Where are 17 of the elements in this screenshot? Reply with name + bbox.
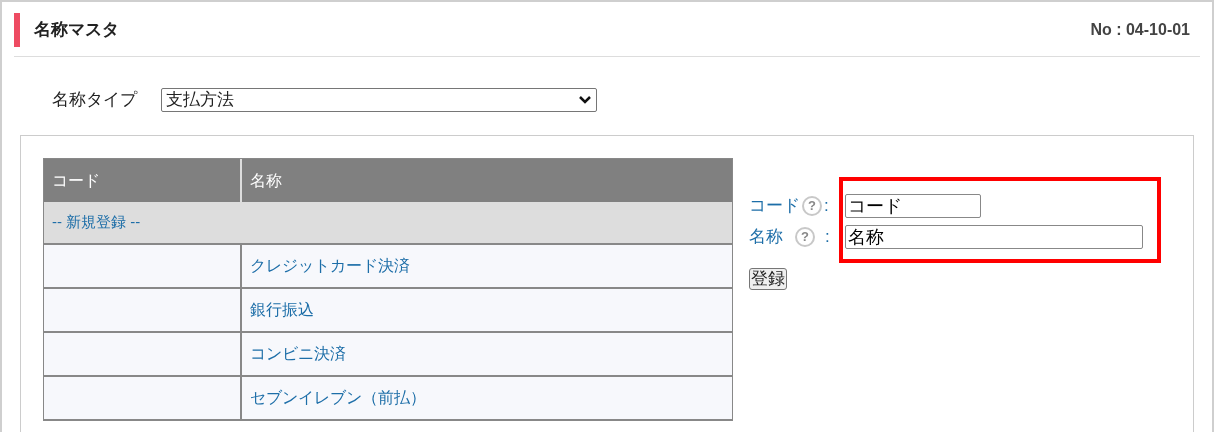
help-icon[interactable]: ?	[802, 195, 822, 216]
help-icon[interactable]: ?	[795, 226, 815, 247]
name-type-select[interactable]: 支払方法	[161, 88, 597, 112]
separator: :	[824, 194, 829, 217]
text-input[interactable]: コード	[845, 193, 981, 218]
new-entry-row[interactable]: -- 新規登録 --	[44, 202, 732, 245]
accent-bar	[14, 13, 20, 47]
screen-number: No : 04-10-01	[1090, 20, 1190, 40]
field-label: 名称	[749, 225, 783, 248]
separator: :	[825, 225, 830, 248]
page-title: 名称マスタ	[34, 19, 119, 42]
field-label: コード	[749, 194, 800, 217]
name-type-label: 名称タイプ	[52, 89, 137, 112]
register-button[interactable]: 登録	[749, 268, 787, 290]
column-header: 名称	[249, 170, 283, 191]
text-input[interactable]: 名称	[845, 224, 1143, 249]
chevron-down-icon	[578, 95, 592, 105]
